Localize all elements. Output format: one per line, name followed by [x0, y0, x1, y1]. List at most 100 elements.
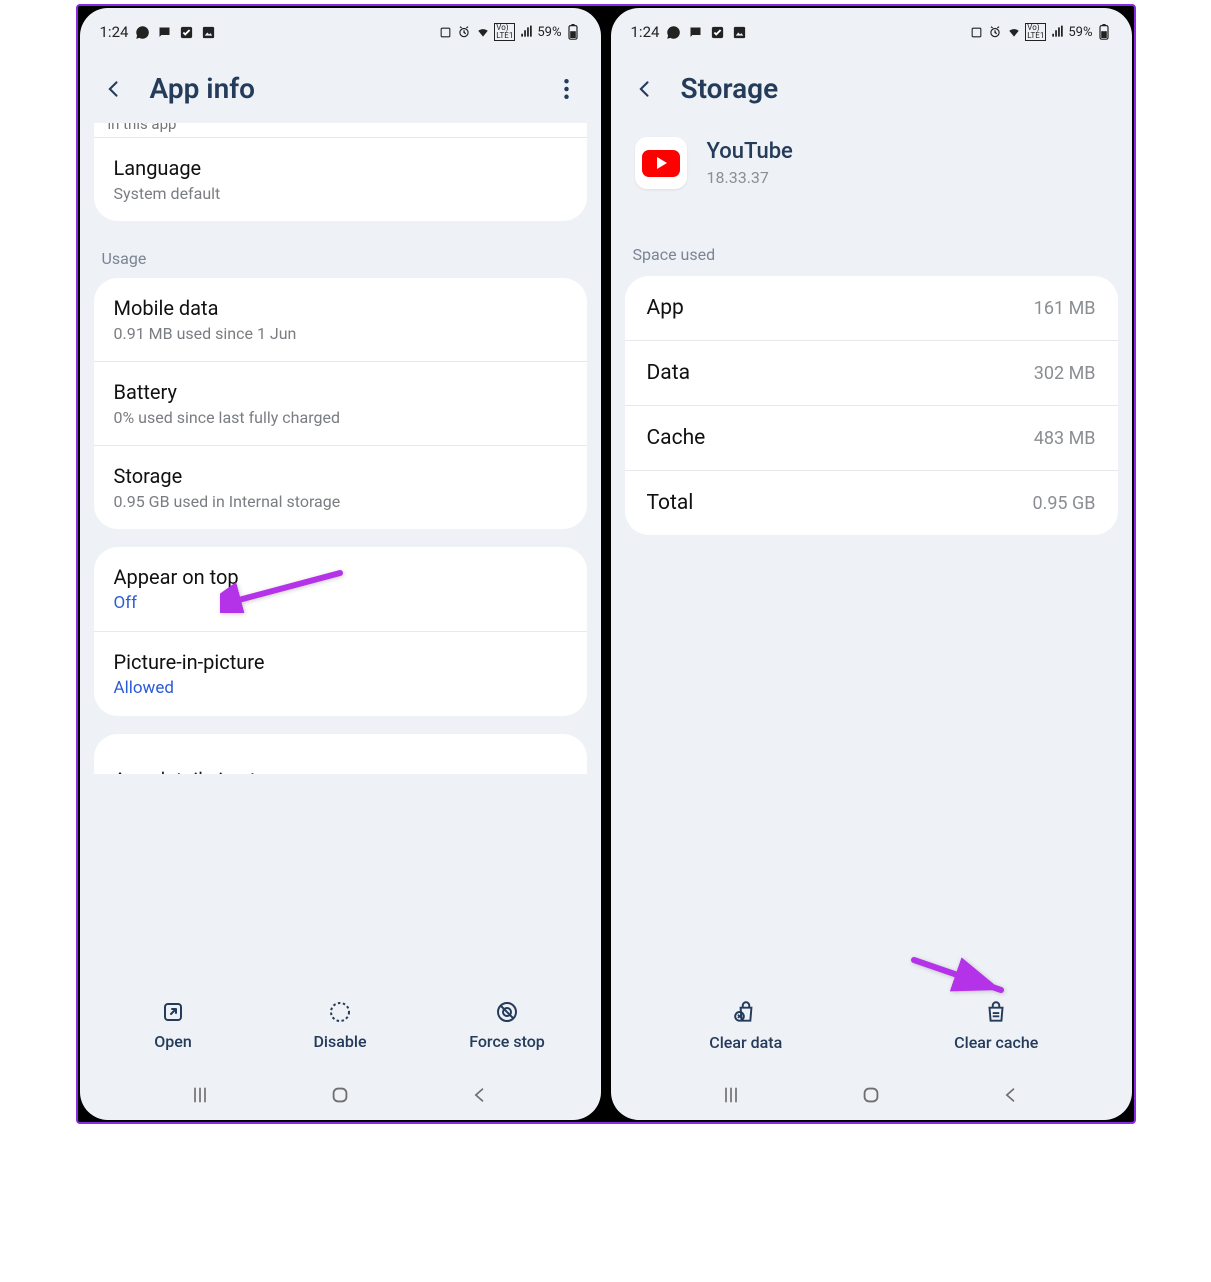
alarm-icon	[456, 24, 472, 40]
alarm-icon	[987, 24, 1003, 40]
nav-back[interactable]	[981, 1080, 1041, 1110]
stop-icon	[495, 1000, 519, 1024]
nav-back[interactable]	[450, 1080, 510, 1110]
action-label: Clear cache	[954, 1033, 1038, 1052]
section-usage: Usage	[94, 239, 587, 278]
row-sub: Off	[114, 593, 567, 613]
kv-value: 0.95 GB	[1032, 493, 1095, 514]
row-title: Appear on top	[114, 565, 567, 589]
kv-value: 161 MB	[1034, 298, 1096, 319]
row-sub: 0.95 GB used in Internal storage	[114, 492, 567, 511]
check-icon	[178, 24, 194, 40]
nfc-icon	[968, 24, 984, 40]
row-battery[interactable]: Battery 0% used since last fully charged	[94, 361, 587, 445]
header: App info	[80, 50, 601, 123]
bottom-actions: Open Disable Force stop	[80, 974, 601, 1070]
open-button[interactable]: Open	[113, 1000, 233, 1051]
battery-percent: 59%	[1068, 25, 1092, 40]
row-title: Storage	[114, 464, 567, 488]
disable-button[interactable]: Disable	[280, 1000, 400, 1051]
row-total: Total 0.95 GB	[625, 470, 1118, 535]
message-icon	[687, 24, 703, 40]
page-title: Storage	[681, 72, 1112, 105]
row-title: Mobile data	[114, 296, 567, 320]
cutoff-text: in this app	[94, 123, 587, 137]
app-header: YouTube 18.33.37	[625, 123, 1118, 219]
row-data: Data 302 MB	[625, 340, 1118, 405]
image-icon	[731, 24, 747, 40]
row-app: App 161 MB	[625, 276, 1118, 340]
youtube-icon	[635, 137, 687, 189]
row-storage[interactable]: Storage 0.95 GB used in Internal storage	[94, 445, 587, 529]
row-sub: 0% used since last fully charged	[114, 408, 567, 427]
section-space-used: Space used	[625, 219, 1118, 276]
force-stop-button[interactable]: Force stop	[447, 1000, 567, 1051]
status-time: 1:24	[631, 23, 660, 41]
status-time: 1:24	[100, 23, 129, 41]
action-label: Force stop	[469, 1032, 545, 1051]
check-icon	[709, 24, 725, 40]
row-pip[interactable]: Picture-in-picture Allowed	[94, 631, 587, 716]
nav-recents[interactable]	[170, 1080, 230, 1110]
signal-icon	[518, 24, 534, 40]
open-icon	[161, 1000, 185, 1024]
row-sub: System default	[114, 184, 567, 203]
row-cache: Cache 483 MB	[625, 405, 1118, 470]
status-bar: 1:24 Vo)LTE1 59%	[611, 14, 1132, 50]
status-bar: 1:24 Vo)LTE1 59%	[80, 14, 601, 50]
row-appear-on-top[interactable]: Appear on top Off	[94, 547, 587, 631]
nav-bar	[80, 1070, 601, 1120]
bottom-actions: Clear data Clear cache	[611, 974, 1132, 1070]
row-sub: 0.91 MB used since 1 Jun	[114, 324, 567, 343]
page-title: App info	[150, 72, 531, 105]
message-icon	[156, 24, 172, 40]
whatsapp-icon	[134, 24, 150, 40]
clear-cache-icon	[983, 999, 1009, 1025]
action-label: Open	[154, 1032, 192, 1051]
more-button[interactable]	[553, 75, 581, 103]
app-version: 18.33.37	[707, 168, 793, 187]
row-title: Language	[114, 156, 567, 180]
back-button[interactable]	[631, 75, 659, 103]
volte-icon: Vo)LTE1	[494, 23, 515, 41]
phone-app-info: 1:24 Vo)LTE1 59% App info in this app	[80, 8, 601, 1120]
clear-data-button[interactable]: Clear data	[646, 999, 846, 1052]
kv-label: Data	[647, 361, 691, 385]
kv-value: 302 MB	[1034, 363, 1096, 384]
kv-value: 483 MB	[1034, 428, 1096, 449]
content: YouTube 18.33.37 Space used App 161 MB D…	[611, 123, 1132, 974]
kv-label: Total	[647, 491, 694, 515]
nav-home[interactable]	[310, 1080, 370, 1110]
signal-icon	[1049, 24, 1065, 40]
action-label: Clear data	[709, 1033, 782, 1052]
clear-cache-button[interactable]: Clear cache	[896, 999, 1096, 1052]
battery-percent: 59%	[537, 25, 561, 40]
content-scroll[interactable]: in this app Language System default Usag…	[80, 123, 601, 974]
nav-bar	[611, 1070, 1132, 1120]
action-label: Disable	[313, 1032, 366, 1051]
wifi-icon	[1006, 24, 1022, 40]
row-sub: Allowed	[114, 678, 567, 698]
row-cutoff[interactable]: App details in store	[94, 734, 587, 774]
kv-label: Cache	[647, 426, 706, 450]
phone-storage: 1:24 Vo)LTE1 59% Storage YouTube	[611, 8, 1132, 1120]
header: Storage	[611, 50, 1132, 123]
wifi-icon	[475, 24, 491, 40]
volte-icon: Vo)LTE1	[1025, 23, 1046, 41]
nav-home[interactable]	[841, 1080, 901, 1110]
battery-icon	[565, 24, 581, 40]
app-name: YouTube	[707, 139, 793, 164]
back-button[interactable]	[100, 75, 128, 103]
nfc-icon	[437, 24, 453, 40]
battery-icon	[1096, 24, 1112, 40]
row-mobile-data[interactable]: Mobile data 0.91 MB used since 1 Jun	[94, 278, 587, 361]
disable-icon	[328, 1000, 352, 1024]
row-title: Battery	[114, 380, 567, 404]
clear-data-icon	[733, 999, 759, 1025]
kv-label: App	[647, 296, 684, 320]
row-title: Picture-in-picture	[114, 650, 567, 674]
row-language[interactable]: Language System default	[94, 137, 587, 221]
nav-recents[interactable]	[701, 1080, 761, 1110]
whatsapp-icon	[665, 24, 681, 40]
image-icon	[200, 24, 216, 40]
